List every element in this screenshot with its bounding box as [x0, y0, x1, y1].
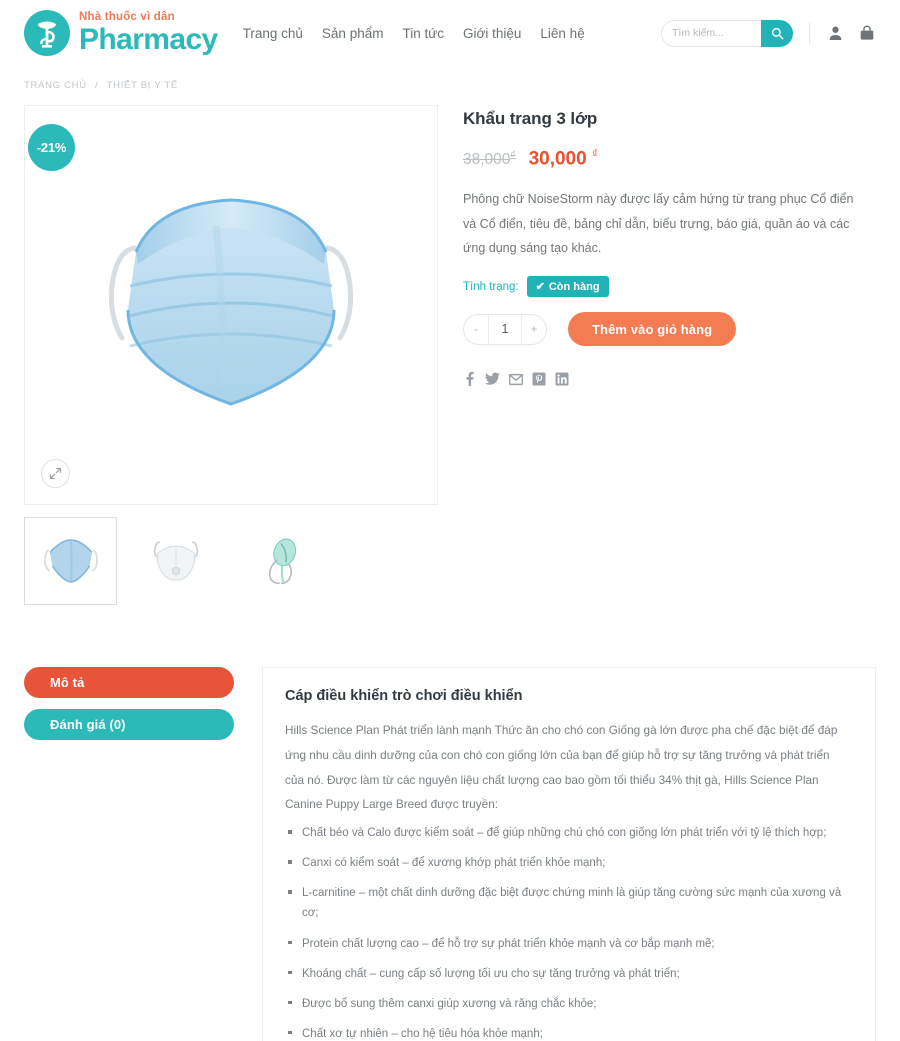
share-twitter-icon[interactable] [485, 372, 500, 386]
list-item: Chất xơ tự nhiên – cho hệ tiêu hóa khỏe … [285, 1024, 851, 1041]
thumbnail-surgical-mask-blue[interactable] [24, 517, 117, 605]
stock-badge-label: Còn hàng [548, 280, 600, 293]
n95-mask-thumb-icon [153, 541, 198, 581]
search-icon [771, 27, 783, 39]
share-linkedin-icon[interactable] [555, 372, 569, 386]
current-price-value: 30,000 [528, 148, 587, 170]
panel-intro-text: Hills Science Plan Phát triển lành mạnh … [285, 723, 838, 812]
oxygen-mask-thumb-icon [268, 538, 296, 585]
share-pinterest-icon[interactable] [532, 372, 546, 386]
account-icon[interactable] [824, 22, 846, 44]
product-main-image[interactable]: -21% [24, 105, 438, 505]
list-item: L-carnitine – một chất dinh dưỡng đặc bi… [285, 883, 851, 923]
discount-badge: -21% [28, 124, 75, 171]
nav-item-about[interactable]: Giới thiệu [463, 26, 521, 41]
breadcrumb: TRANG CHỦ / THIẾT BỊ Y TẾ [0, 66, 900, 91]
surgical-mask-image [109, 198, 353, 406]
status-badge: ✔ Còn hàng [526, 276, 609, 298]
quantity-input[interactable] [488, 314, 522, 344]
expand-icon [49, 467, 62, 480]
add-to-cart-button[interactable]: Thêm vào giỏ hàng [568, 312, 737, 347]
pharmacy-logo-icon [24, 10, 70, 56]
breadcrumb-separator: / [95, 80, 99, 91]
header-actions [661, 19, 878, 47]
social-share-row [463, 372, 876, 387]
tab-reviews[interactable]: Đánh giá (0) [24, 709, 234, 740]
expand-image-button[interactable] [41, 459, 70, 488]
tab-panel-description: Cáp điều khiển trò chơi điều khiển Hills… [262, 667, 876, 1041]
nav-item-products[interactable]: Sản phẩm [322, 26, 384, 41]
quantity-decrease-button[interactable]: - [464, 315, 488, 344]
old-price: 38,000₫ [463, 150, 516, 169]
thumbnail-n95-mask-white[interactable] [129, 517, 222, 605]
quantity-increase-button[interactable]: + [522, 315, 546, 344]
old-price-currency: ₫ [510, 150, 516, 162]
nav-item-contact[interactable]: Liên hệ [540, 26, 584, 41]
brand-logo[interactable]: Nhà thuốc vì dân Pharmacy [24, 10, 218, 56]
product-title: Khẩu trang 3 lớp [463, 109, 598, 128]
brand-tagline: Nhà thuốc vì dân [79, 11, 175, 23]
old-price-value: 38,000 [463, 151, 511, 169]
search-button[interactable] [761, 19, 793, 47]
product-gallery: -21% [24, 105, 438, 605]
quantity-stepper: - + [463, 313, 547, 345]
breadcrumb-home[interactable]: TRANG CHỦ [24, 80, 87, 91]
brand-name: Pharmacy [79, 22, 218, 56]
list-item: Được bổ sung thêm canxi giúp xương và ră… [285, 994, 851, 1014]
current-price-currency: ₫ [591, 148, 598, 160]
panel-title: Cáp điều khiển trò chơi điều khiển [285, 688, 523, 704]
purchase-row: - + Thêm vào giỏ hàng [463, 312, 876, 347]
price-block: 38,000₫ 30,000 ₫ [463, 148, 876, 170]
share-email-icon[interactable] [509, 373, 523, 386]
product-description: Phông chữ NoiseStorm này được lấy cảm hứ… [463, 192, 854, 256]
check-icon: ✔ [535, 281, 545, 294]
main-navigation: Trang chủ Sản phẩm Tin tức Giới thiệu Li… [243, 26, 585, 41]
stock-label: Tình trạng: [463, 280, 519, 293]
header-divider [809, 22, 810, 44]
shopping-bag-icon[interactable] [856, 22, 878, 44]
surgical-mask-thumb-icon [43, 539, 98, 583]
tab-description[interactable]: Mô tả [24, 667, 234, 698]
nav-item-news[interactable]: Tin tức [402, 26, 444, 41]
list-item: Canxi có kiểm soát – để xương khớp phát … [285, 853, 851, 873]
panel-bullet-list: Chất béo và Calo được kiểm soát – để giú… [285, 823, 851, 1041]
thumbnail-oxygen-mask-green[interactable] [234, 517, 327, 605]
search-box [661, 19, 793, 47]
thumbnail-strip [24, 517, 438, 605]
list-item: Chất béo và Calo được kiểm soát – để giú… [285, 823, 851, 843]
breadcrumb-current: THIẾT BỊ Y TẾ [106, 80, 178, 91]
stock-row: Tình trạng: ✔ Còn hàng [463, 276, 876, 298]
product-tabs-section: Mô tả Đánh giá (0) Cáp điều khiển trò ch… [0, 667, 900, 1041]
product-section: -21% Khẩu trang 3 lớp 38,000₫ 30,000 ₫ P… [0, 91, 900, 605]
share-facebook-icon[interactable] [463, 372, 476, 387]
search-input[interactable] [661, 19, 761, 47]
list-item: Protein chất lượng cao – để hỗ trợ sự ph… [285, 934, 851, 954]
site-header: Nhà thuốc vì dân Pharmacy Trang chủ Sản … [0, 0, 900, 66]
nav-item-home[interactable]: Trang chủ [243, 26, 303, 41]
current-price: 30,000 ₫ [529, 148, 598, 170]
product-info: Khẩu trang 3 lớp 38,000₫ 30,000 ₫ Phông … [463, 105, 876, 605]
list-item: Khoáng chất – cung cấp số lượng tối ưu c… [285, 964, 851, 984]
tab-list: Mô tả Đánh giá (0) [24, 667, 234, 740]
